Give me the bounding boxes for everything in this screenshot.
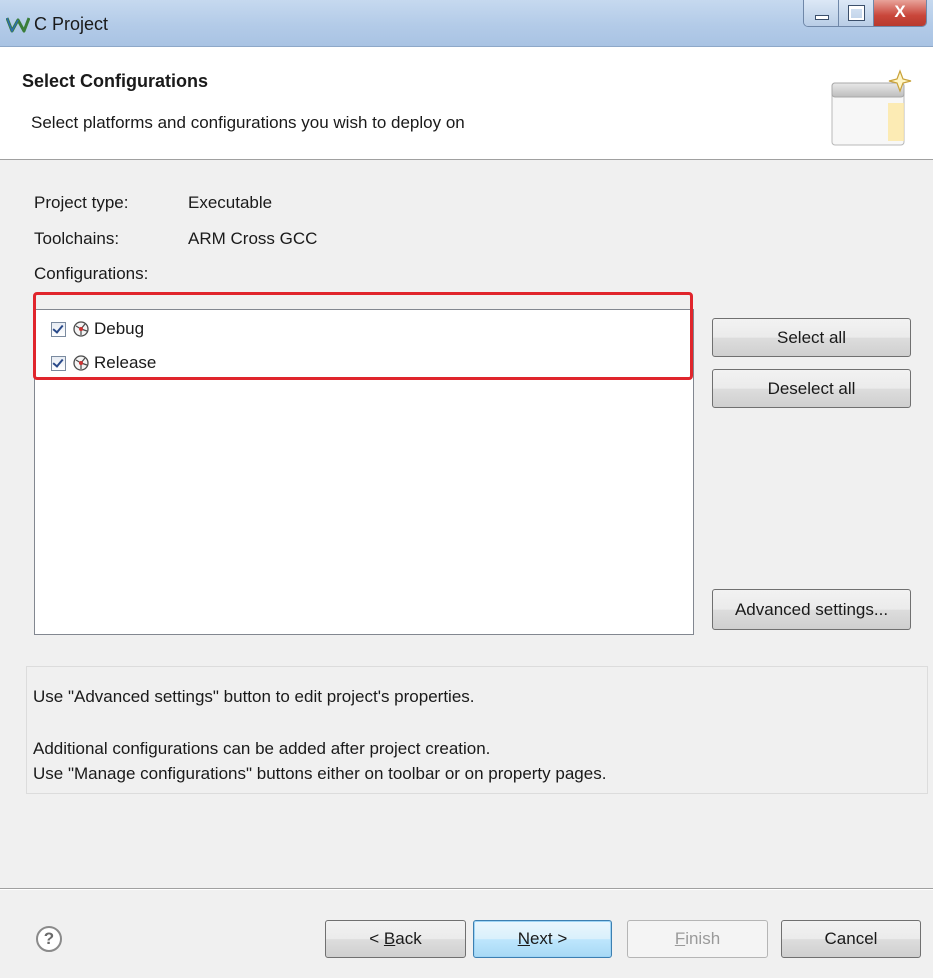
release-checkbox[interactable] — [51, 355, 66, 371]
list-item-label: Debug — [94, 319, 145, 338]
help-icon[interactable]: ? — [36, 926, 62, 952]
next-button[interactable]: Next > — [473, 920, 612, 958]
list-item-label: Release — [94, 353, 157, 372]
maximize-icon — [848, 5, 865, 21]
maximize-button[interactable] — [839, 0, 874, 26]
back-button[interactable]: < Back — [325, 920, 466, 958]
config-gear-icon — [73, 355, 89, 371]
cancel-button[interactable]: Cancel — [781, 920, 921, 958]
info-panel: Use "Advanced settings" button to edit p… — [26, 666, 928, 794]
project-type-label: Project type: — [34, 193, 129, 212]
back-prefix: < — [369, 929, 384, 948]
minimize-button[interactable] — [804, 0, 839, 26]
configurations-label: Configurations: — [34, 264, 149, 283]
debug-checkbox[interactable] — [51, 321, 66, 337]
finish-button[interactable]: Finish — [627, 920, 768, 958]
toolchains-value: ARM Cross GCC — [188, 229, 318, 248]
window-title: C Project — [34, 14, 109, 34]
deselect-all-button[interactable]: Deselect all — [712, 369, 911, 408]
next-mnemonic: N — [517, 929, 530, 948]
project-type-value: Executable — [188, 193, 273, 212]
wavy-w-icon — [6, 17, 30, 33]
config-gear-icon — [73, 321, 89, 337]
list-item-debug[interactable]: Debug — [51, 318, 144, 340]
info-manage-text: Use "Manage configurations" buttons eith… — [33, 764, 607, 783]
info-advanced-text: Use "Advanced settings" button to edit p… — [33, 687, 475, 706]
close-icon: X — [894, 2, 906, 21]
minimize-icon — [815, 15, 829, 20]
page-description: Select platforms and configurations you … — [31, 113, 465, 132]
close-button[interactable]: X — [874, 0, 926, 26]
finish-mnemonic: F — [674, 929, 686, 948]
footer-separator — [0, 888, 933, 890]
next-rest: ext > — [529, 929, 568, 948]
advanced-settings-button[interactable]: Advanced settings... — [712, 589, 911, 630]
select-all-button[interactable]: Select all — [712, 318, 911, 357]
title-bar: C Project X — [0, 0, 933, 47]
wizard-window-sparkle-icon — [831, 69, 912, 146]
finish-rest: inish — [685, 929, 721, 948]
configurations-list[interactable]: Debug Release — [34, 309, 694, 635]
window-controls: X — [803, 0, 927, 27]
info-additional-text: Additional configurations can be added a… — [33, 739, 491, 758]
list-item-release[interactable]: Release — [51, 352, 156, 374]
wizard-header: Select Configurations Select platforms a… — [0, 47, 933, 160]
back-mnemonic: B — [383, 929, 396, 948]
page-title: Select Configurations — [22, 71, 209, 91]
back-rest: ack — [395, 929, 422, 948]
toolchains-label: Toolchains: — [34, 229, 120, 248]
